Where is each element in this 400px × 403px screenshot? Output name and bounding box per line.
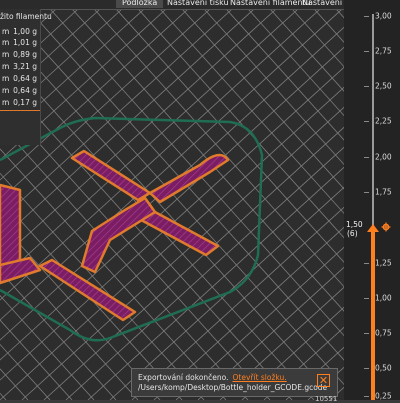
slider-tick (364, 16, 369, 17)
slider-tick-label: 0,75 (375, 328, 392, 338)
slider-tick (364, 86, 369, 87)
slider-tick-label: 1,00 (375, 293, 392, 303)
slider-tick-label: 1,25 (375, 258, 392, 268)
slider-tick (364, 192, 369, 193)
slider-tick-label: 0,50 (375, 363, 392, 373)
slider-tick (364, 263, 369, 264)
slider-tick-label: 1,75 (375, 187, 392, 197)
legend-header: žito filamentu (0, 12, 52, 21)
status-number: 10551 (315, 395, 338, 403)
cog-icon[interactable] (381, 222, 391, 232)
model-left-arm (0, 183, 22, 270)
slider-tick (364, 333, 369, 334)
layer-slider-panel: 3,00 2,75 2,50 2,25 2,00 1,75 1,25 1,00 … (344, 0, 400, 401)
3d-viewport[interactable] (0, 0, 344, 400)
slider-tick-label: 2,00 (375, 152, 392, 162)
slider-tick (364, 298, 369, 299)
slider-tick-label: 2,50 (375, 81, 392, 91)
legend-row: m 0,64 g (2, 74, 37, 83)
slider-tick-label: 2,75 (375, 46, 392, 56)
export-notification: Exportování dokončeno. Otevřít složku. /U… (131, 368, 338, 397)
slider-tick (364, 396, 369, 397)
top-tab-bar: Podložka Nastavení tisku Nastavení filam… (0, 0, 376, 10)
print-bed (0, 0, 344, 400)
legend-row: m 0,17 g (2, 98, 37, 107)
slider-tick (364, 368, 369, 369)
tab-plater[interactable]: Podložka (116, 0, 164, 8)
notification-message: Exportování dokončeno. (138, 373, 229, 382)
legend-row: m 3,21 g (2, 62, 37, 71)
slider-tick-label: 3,00 (375, 11, 392, 21)
open-folder-link[interactable]: Otevřít složku. (233, 373, 287, 382)
legend-row: m 0,89 g (2, 50, 37, 59)
layer-slider-thumb[interactable] (365, 223, 381, 233)
slider-tick (364, 157, 369, 158)
slider-tick (364, 51, 369, 52)
legend-row: m 1,01 g (2, 38, 37, 47)
slider-tick-label: 0,25 (375, 391, 392, 401)
current-height-value: 1,50 (346, 220, 363, 229)
current-layer-number: (6) (347, 229, 358, 238)
slider-tick (364, 121, 369, 122)
legend-row: m 0,64 g (2, 86, 37, 95)
slider-tick-label: 2,25 (375, 116, 392, 126)
close-icon[interactable]: ✕ (317, 374, 330, 387)
notification-file-path: /Users/komp/Desktop/Bottle_holder_GCODE.… (138, 383, 328, 392)
filament-usage-legend: žito filamentu m 1,00 g m 1,01 g m 0,89 g m… (0, 9, 52, 145)
layer-slider-active-range (371, 228, 375, 400)
legend-divider (0, 110, 40, 111)
